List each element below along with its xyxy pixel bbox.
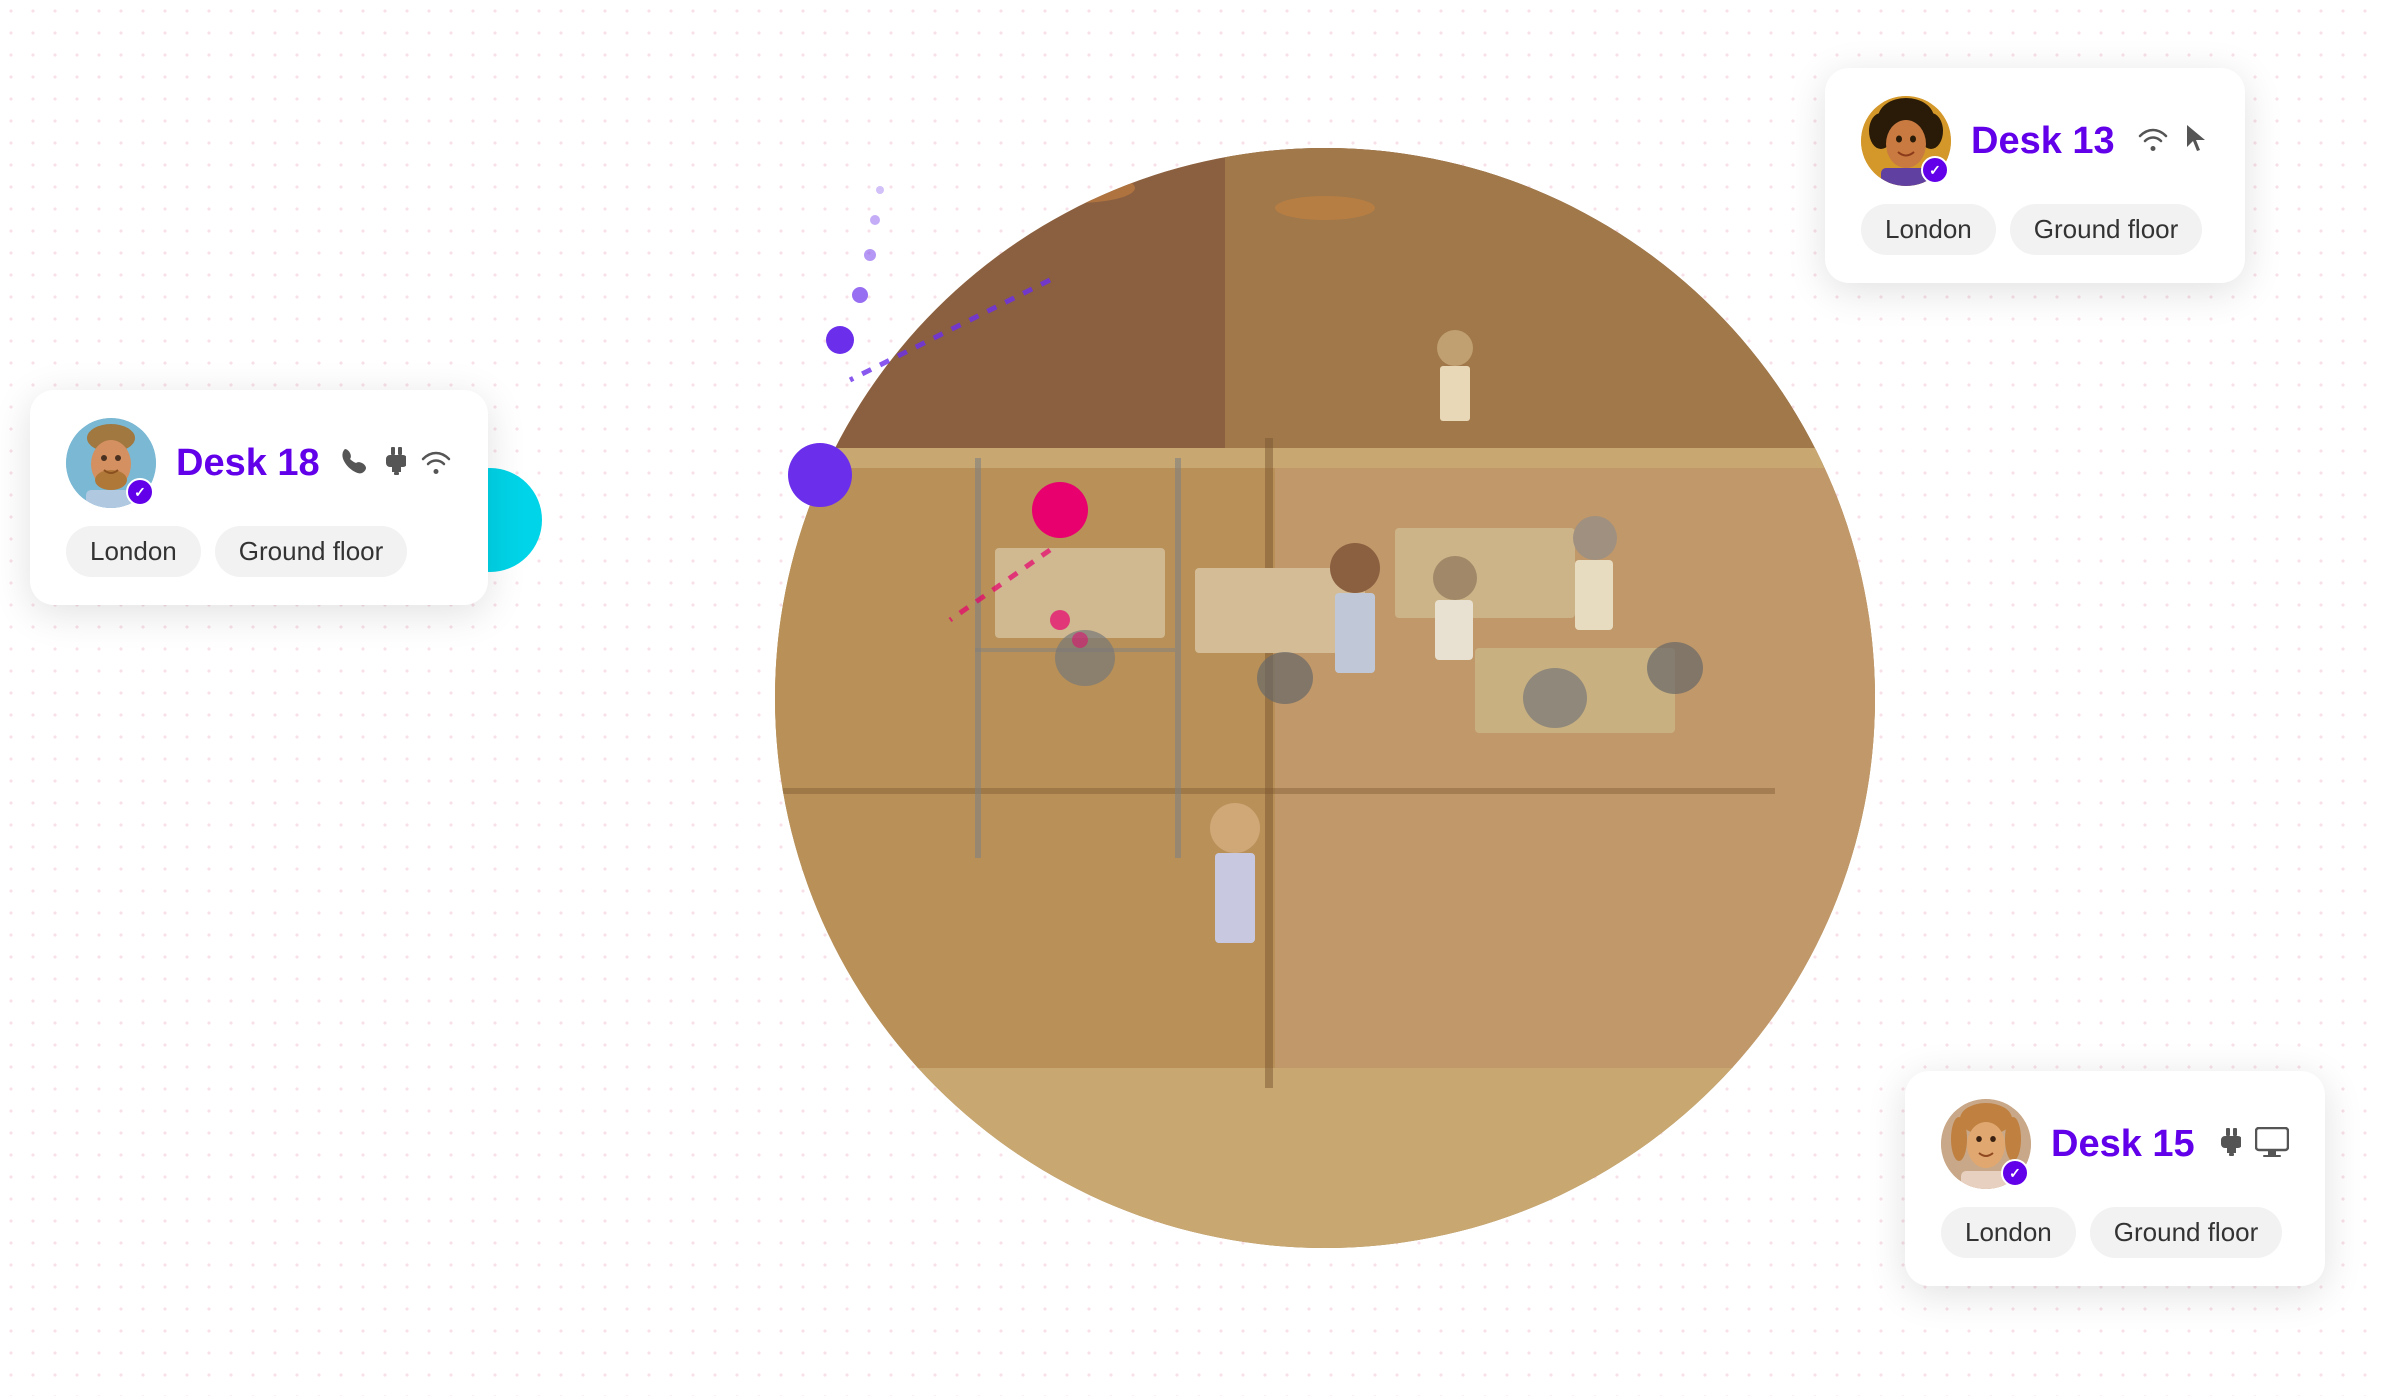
office-svg xyxy=(775,148,1875,1248)
monitor-icon xyxy=(2255,1127,2289,1162)
desk-13-avatar-wrapper xyxy=(1861,96,1951,186)
phone-icon xyxy=(340,447,366,480)
desk-13-location-tag: London xyxy=(1861,204,1996,255)
wifi-icon-2 xyxy=(420,447,452,480)
desk-15-avatar-wrapper xyxy=(1941,1099,2031,1189)
desk-18-header-row: Desk 18 xyxy=(66,418,452,508)
desk-15-floor-tag: Ground floor xyxy=(2090,1207,2283,1258)
desk-15-header-row: Desk 15 xyxy=(1941,1099,2289,1189)
desk-18-title: Desk 18 xyxy=(176,442,320,485)
plug-icon xyxy=(380,447,406,480)
power-icon xyxy=(2215,1128,2241,1161)
cursor-icon xyxy=(2183,123,2209,160)
office-image-circle xyxy=(775,148,1875,1248)
desk-18-avatar-wrapper xyxy=(66,418,156,508)
desk-18-tags: London Ground floor xyxy=(66,526,452,577)
desk-18-card: Desk 18 xyxy=(30,390,488,605)
desk-18-check xyxy=(126,478,154,506)
desk-13-tags: London Ground floor xyxy=(1861,204,2209,255)
desk-15-card: Desk 15 London xyxy=(1905,1071,2325,1286)
desk-13-title: Desk 13 xyxy=(1971,120,2117,163)
desk-18-location-tag: London xyxy=(66,526,201,577)
desk-18-floor-tag: Ground floor xyxy=(215,526,408,577)
office-floor xyxy=(775,148,1875,1248)
desk-13-card: Desk 13 London Ground floor xyxy=(1825,68,2245,283)
desk-18-icons xyxy=(340,447,452,480)
desk-13-floor-tag: Ground floor xyxy=(2010,204,2203,255)
desk-15-tags: London Ground floor xyxy=(1941,1207,2289,1258)
desk-15-icons xyxy=(2215,1127,2289,1162)
desk-15-check xyxy=(2001,1159,2029,1187)
wifi-icon xyxy=(2137,124,2169,159)
desk-13-icons xyxy=(2137,123,2209,160)
desk-13-check xyxy=(1921,156,1949,184)
desk-15-location-tag: London xyxy=(1941,1207,2076,1258)
desk-13-header-row: Desk 13 xyxy=(1861,96,2209,186)
desk-15-title: Desk 15 xyxy=(2051,1123,2195,1166)
